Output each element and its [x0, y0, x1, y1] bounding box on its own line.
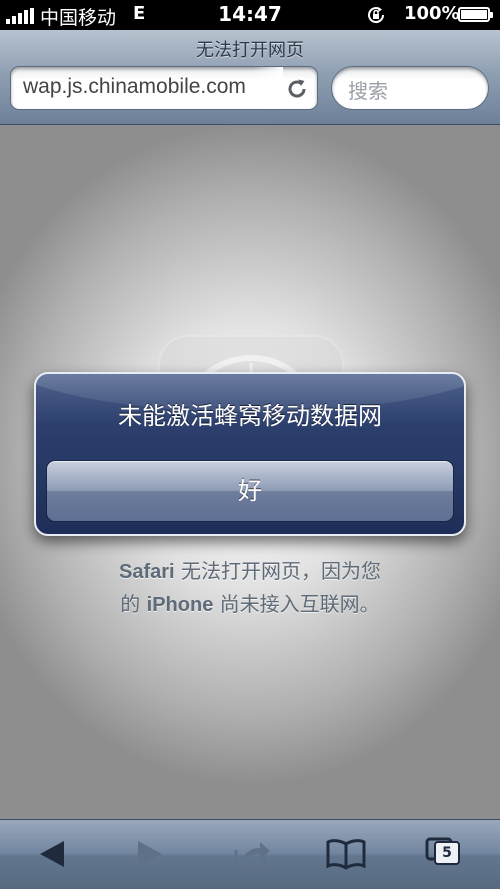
status-bar: 中国移动 E 14:47 100% [0, 0, 500, 30]
battery-percentage: 100% [404, 3, 460, 24]
page-title: 无法打开网页 [196, 40, 304, 61]
bookmarks-icon[interactable] [326, 836, 366, 872]
error-line-1: 无法打开网页，因为您 [174, 559, 381, 583]
url-field[interactable]: wap.js.chinamobile.com [10, 66, 318, 110]
safari-address-bar: 无法打开网页 wap.js.chinamobile.com 搜索 [0, 30, 500, 125]
error-device-name: iPhone [146, 594, 214, 616]
alert-dialog: 未能激活蜂窝移动数据网 好 [34, 372, 466, 536]
share-icon[interactable] [232, 836, 272, 872]
rotation-lock-icon [368, 7, 385, 24]
safari-toolbar: 5 [0, 819, 500, 889]
reload-icon[interactable] [285, 77, 309, 101]
alert-title: 未能激活蜂窝移动数据网 [118, 402, 382, 430]
ok-button[interactable]: 好 [46, 460, 454, 522]
search-input[interactable]: 搜索 [331, 66, 489, 110]
error-message: Safari 无法打开网页，因为您 的 iPhone 尚未接入互联网。 [0, 555, 500, 621]
error-line-2-prefix: 的 [120, 592, 147, 616]
error-line-2: 尚未接入互联网。 [213, 592, 380, 616]
url-text: wap.js.chinamobile.com [23, 75, 246, 98]
search-placeholder: 搜索 [348, 79, 388, 103]
forward-icon[interactable] [130, 836, 170, 872]
battery-icon [458, 7, 493, 22]
tabs-count-badge[interactable]: 5 [434, 841, 460, 865]
error-app-name: Safari [119, 561, 175, 583]
back-icon[interactable] [32, 836, 72, 872]
